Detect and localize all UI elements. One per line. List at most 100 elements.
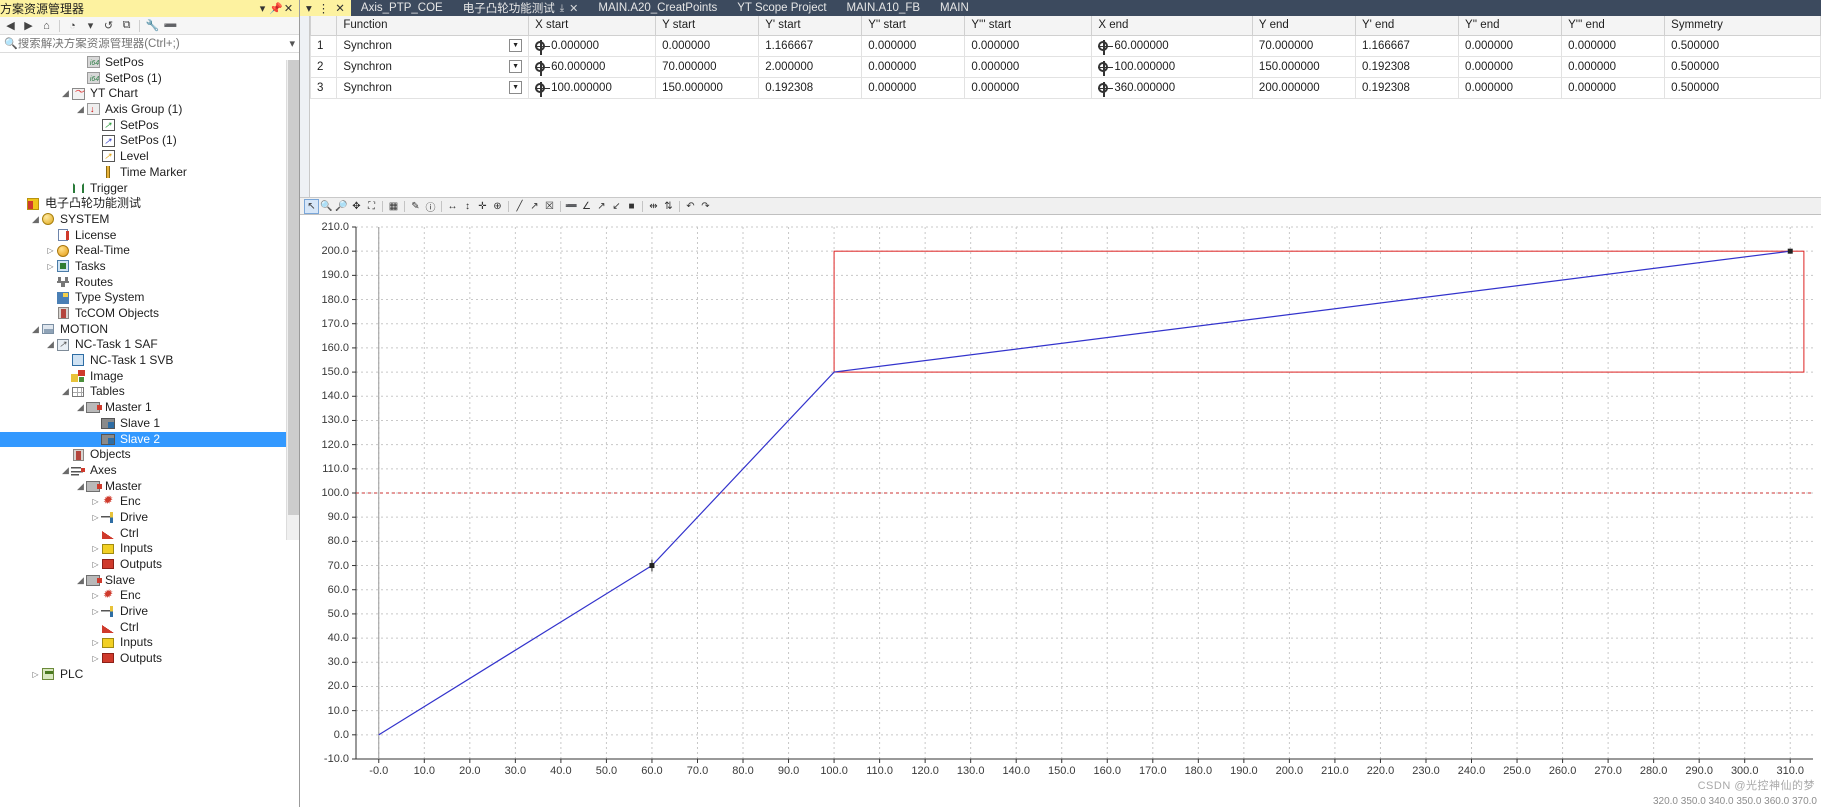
- pending-changes-icon[interactable]: ◔: [64, 18, 81, 34]
- close-icon[interactable]: ✕: [282, 2, 295, 15]
- yp-end-cell[interactable]: 0.192308: [1354, 55, 1460, 78]
- properties-icon[interactable]: 🔧: [144, 18, 161, 34]
- insert-segment-icon[interactable]: ∠: [579, 199, 594, 214]
- tree-item-slave-1[interactable]: Slave 1: [0, 416, 299, 432]
- symmetry-cell[interactable]: 0.500000: [1664, 55, 1821, 78]
- x-start-cell[interactable]: 100.000000: [528, 76, 657, 99]
- tab-pin-icon[interactable]: ⤓: [560, 3, 564, 14]
- chevron-collapsed-icon[interactable]: [30, 667, 41, 683]
- delete-segment-icon[interactable]: ☒: [542, 199, 557, 214]
- tree-item-ctrl[interactable]: Ctrl: [0, 620, 299, 636]
- zoom-out-icon[interactable]: 🔎: [334, 199, 349, 214]
- yppp-end-cell[interactable]: 0.000000: [1561, 55, 1666, 78]
- tab-main-a20-creatpoints[interactable]: MAIN.A20_CreatPoints: [588, 0, 727, 16]
- tree-item-license[interactable]: License: [0, 228, 299, 244]
- tab-yt-scope-project[interactable]: YT Scope Project: [727, 0, 836, 16]
- polyline-icon[interactable]: ↗: [527, 199, 542, 214]
- home-icon[interactable]: ⌂: [38, 18, 55, 34]
- tree-scrollbar-thumb[interactable]: [288, 60, 299, 515]
- table-row[interactable]: 1 Synchron ▼ 0.000000 0.000000 1.166667 0.0000…: [310, 34, 1821, 57]
- function-dropdown-button[interactable]: ▼: [509, 39, 523, 52]
- tree-item-level[interactable]: Level: [0, 149, 299, 165]
- y-start-cell[interactable]: 150.000000: [655, 76, 760, 99]
- column-header[interactable]: Y' start: [758, 16, 863, 36]
- tree-item-objects[interactable]: Objects: [0, 447, 299, 463]
- tree-item-drive[interactable]: Drive: [0, 510, 299, 526]
- chevron-collapsed-icon[interactable]: [45, 243, 56, 259]
- chevron-expanded-icon[interactable]: [75, 400, 86, 416]
- tree-item-enc[interactable]: Enc: [0, 493, 299, 510]
- cam-profile-chart[interactable]: 210.0 200.0 190.0 180.0 170.0 160.0 150.0 140.0…: [300, 215, 1821, 807]
- y-start-cell[interactable]: 0.000000: [655, 34, 760, 57]
- tree-item-image[interactable]: Image: [0, 369, 299, 385]
- tree-item-setpos-1[interactable]: SetPos (1): [0, 133, 299, 149]
- yp-start-cell[interactable]: 0.192308: [758, 76, 863, 99]
- tree-item-tccom-objects[interactable]: TcCOM Objects: [0, 306, 299, 322]
- chevron-collapsed-icon[interactable]: [90, 588, 101, 604]
- symmetry-cell[interactable]: 0.500000: [1664, 76, 1821, 99]
- function-cell[interactable]: Synchron ▼: [336, 55, 530, 78]
- table-row[interactable]: 3 Synchron ▼ 100.000000 150.000000 0.192308 0.…: [310, 76, 1821, 99]
- tab-[interactable]: 电子凸轮功能测试 ⤓ ✕: [453, 0, 589, 16]
- x-end-cell[interactable]: 60.000000: [1091, 34, 1253, 57]
- tree-item-trigger[interactable]: Trigger: [0, 181, 299, 197]
- yppp-start-cell[interactable]: 0.000000: [964, 55, 1093, 78]
- collapse-all-icon[interactable]: ➖: [162, 18, 179, 34]
- pan-icon[interactable]: ✥: [349, 199, 364, 214]
- column-header[interactable]: Y start: [655, 16, 760, 36]
- tree-item-tables[interactable]: Tables: [0, 384, 299, 400]
- x-start-cell[interactable]: 60.000000: [528, 55, 657, 78]
- function-dropdown-button[interactable]: ▼: [509, 60, 523, 73]
- function-cell[interactable]: Synchron ▼: [336, 34, 530, 57]
- tree-item-setpos[interactable]: SetPos: [0, 55, 299, 72]
- add-point-icon[interactable]: ➖: [564, 199, 579, 214]
- tab-main[interactable]: MAIN: [930, 0, 979, 16]
- chevron-expanded-icon[interactable]: [75, 102, 86, 118]
- back-icon[interactable]: ◀: [2, 18, 19, 34]
- tree-item-axes[interactable]: Axes: [0, 463, 299, 479]
- search-dropdown-icon[interactable]: ▾: [289, 37, 295, 50]
- tree-scrollbar[interactable]: [286, 60, 299, 540]
- redo-icon[interactable]: ↷: [698, 199, 713, 214]
- zoom-in-icon[interactable]: 🔍: [319, 199, 334, 214]
- tree-item-nc-task-1-svb[interactable]: NC-Task 1 SVB: [0, 353, 299, 369]
- tree-item-inputs[interactable]: Inputs: [0, 541, 299, 557]
- tree-item-time-marker[interactable]: Time Marker: [0, 165, 299, 181]
- tab-axis-ptp-coe[interactable]: Axis_PTP_COE: [351, 0, 453, 16]
- snap-x-icon[interactable]: ⇹: [646, 199, 661, 214]
- ypp-end-cell[interactable]: 0.000000: [1458, 34, 1563, 57]
- column-header[interactable]: Y'' start: [861, 16, 966, 36]
- chevron-down-icon[interactable]: ▾: [256, 2, 269, 15]
- tree-item-ctrl[interactable]: Ctrl: [0, 526, 299, 542]
- x-end-cell[interactable]: 100.000000: [1091, 55, 1253, 78]
- move-point-icon[interactable]: ✛: [475, 199, 490, 214]
- chevron-collapsed-icon[interactable]: [45, 259, 56, 275]
- tabbar-dropdown-icon[interactable]: ▾: [306, 1, 312, 15]
- chevron-expanded-icon[interactable]: [30, 322, 41, 338]
- table-row[interactable]: 2 Synchron ▼ 60.000000 70.000000 2.000000 0.00…: [310, 55, 1821, 78]
- target-icon[interactable]: ⊕: [490, 199, 505, 214]
- ypp-start-cell[interactable]: 0.000000: [861, 34, 966, 57]
- tree-item-slave[interactable]: Slave: [0, 573, 299, 589]
- search-input[interactable]: [17, 37, 290, 50]
- column-header[interactable]: X end: [1091, 16, 1253, 36]
- tree-item-outputs[interactable]: Outputs: [0, 557, 299, 573]
- y-end-cell[interactable]: 200.000000: [1251, 76, 1356, 99]
- function-cell[interactable]: Synchron ▼: [336, 76, 530, 99]
- tree-item-enc[interactable]: Enc: [0, 587, 299, 604]
- yp-start-cell[interactable]: 1.166667: [758, 34, 863, 57]
- x-end-cell[interactable]: 360.000000: [1091, 76, 1253, 99]
- chevron-collapsed-icon[interactable]: [90, 510, 101, 526]
- tree-item-inputs[interactable]: Inputs: [0, 635, 299, 651]
- yppp-end-cell[interactable]: 0.000000: [1561, 34, 1666, 57]
- chevron-collapsed-icon[interactable]: [90, 635, 101, 651]
- tree-item-yt-chart[interactable]: YT Chart: [0, 85, 299, 102]
- tree-item-setpos[interactable]: SetPos: [0, 118, 299, 134]
- chevron-collapsed-icon[interactable]: [90, 604, 101, 620]
- yppp-start-cell[interactable]: 0.000000: [964, 76, 1093, 99]
- y-start-cell[interactable]: 70.000000: [655, 55, 760, 78]
- pin-icon[interactable]: 📌: [269, 2, 283, 15]
- normal-icon[interactable]: ↙: [609, 199, 624, 214]
- snap-y-icon[interactable]: ⇅: [661, 199, 676, 214]
- tree-item-real-time[interactable]: Real-Time: [0, 243, 299, 259]
